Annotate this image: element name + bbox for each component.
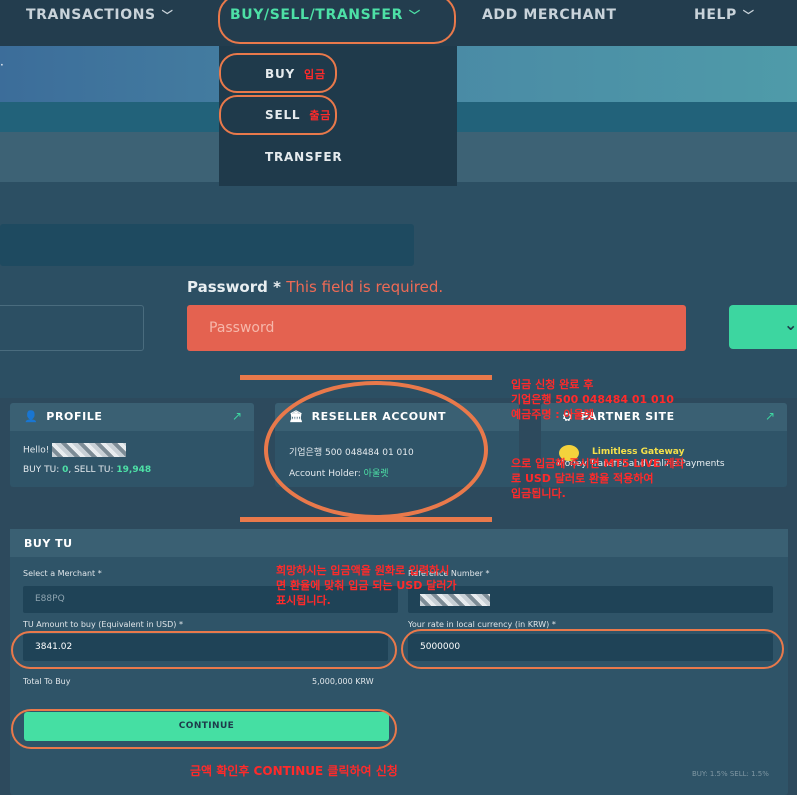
annotation-bracket-top [240,375,492,380]
nav-transactions[interactable]: TRANSACTIONS ﹀ [26,7,173,23]
tu-balance: BUY TU: 0, SELL TU: 19,948 [23,465,152,475]
annotation-reseller-note: 입금 신청 완료 후 기업은행 500 048484 01 010 예금주명 :… [511,378,674,421]
profile-card: 👤 PROFILE ↗ Hello! BUY TU: 0, SELL TU: 19… [10,403,254,487]
reference-input[interactable] [408,586,773,613]
dropdown-button[interactable]: ⌄ [729,305,797,349]
annotation-ring-rate [401,629,784,669]
rate-label: Your rate in local currency (in KRW) * [408,620,556,629]
user-icon: 👤 [24,410,39,423]
dot-icon: · [0,58,4,72]
total-value: 5,000,000 KRW [312,677,374,686]
chevron-down-icon: ⌄ [784,315,797,334]
panel-title: BUY TU [24,537,73,550]
redacted-name [52,443,127,457]
nav-help[interactable]: HELP ﹀ [694,7,754,23]
fee-note: BUY: 1.5% SELL: 1.5% [692,770,769,778]
top-field[interactable] [0,224,414,266]
external-link-icon[interactable]: ↗ [232,409,242,423]
external-link-icon[interactable]: ↗ [765,409,775,423]
chevron-down-icon: ﹀ [161,9,174,22]
password-input[interactable] [187,305,686,351]
annotation-ring-sell [219,95,337,135]
hello-text: Hello! [23,443,127,457]
total-label: Total To Buy [23,677,71,686]
annotation-ring-amount [11,631,397,669]
password-label: Password * This field is required. [187,278,444,296]
merchant-label: Select a Merchant * [23,569,102,578]
annotation-ring-reseller [264,381,488,519]
top-screenshot: TRANSACTIONS ﹀ BUY/SELL/TRANSFER ﹀ ADD MER… [0,0,797,398]
dropdown-item-transfer[interactable]: TRANSFER [265,150,342,164]
card-title: 👤 PROFILE [24,410,103,423]
annotation-amount-note: 희망하시는 입금액을 원화로 입력하시 면 환율에 맞춰 입금 되는 USD 달… [276,564,457,607]
left-input[interactable] [0,305,144,351]
chevron-down-icon: ﹀ [742,9,755,22]
error-message: This field is required. [286,278,444,296]
amount-label: TU Amount to buy (Equivalent in USD) * [23,620,183,629]
annotation-partner-note: 으로 입금해 주시면 MT5 LIVE 계좌 로 USD 달러로 환율 적용하여… [511,457,685,500]
nav-add-merchant[interactable]: ADD MERCHANT [482,7,617,23]
annotation-ring-continue [11,709,397,749]
annotation-ring-nav [218,0,456,44]
annotation-continue-note: 금액 확인후 CONTINUE 클릭하여 신청 [190,764,398,778]
annotation-bracket-bottom [240,517,492,522]
annotation-ring-buy [219,53,337,93]
